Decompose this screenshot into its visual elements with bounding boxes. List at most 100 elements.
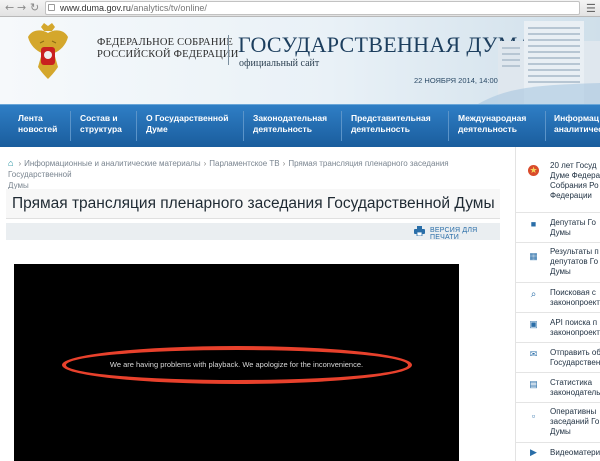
nav-item-news-line1: Лента	[18, 113, 43, 123]
api-icon: ▣	[529, 319, 538, 329]
url-path: /analytics/tv/online/	[130, 3, 207, 13]
nav-item-international[interactable]: Международная деятельность	[458, 105, 526, 147]
sidebar-item-label-line: Оперативны	[550, 407, 597, 416]
sidebar-item-mail[interactable]: ✉ Отправить об Государствен	[516, 343, 600, 373]
sidebar-item-search[interactable]: ⌕ Поисковая с законопроект	[516, 283, 600, 313]
sidebar-item-label: Видеоматери	[550, 448, 600, 458]
page-icon	[48, 4, 55, 11]
search-icon: ⌕	[530, 289, 537, 300]
header-divider	[228, 35, 229, 65]
page-title: Прямая трансляция пленарного заседания Г…	[12, 195, 495, 212]
sidebar: ★ 20 лет Госуд Думе Федера Собрания Ро Ф…	[515, 147, 600, 461]
sidebar-item-label-line: 20 лет Госуд	[550, 161, 597, 170]
back-arrow-icon[interactable]: ←	[5, 1, 14, 15]
nav-item-about-line2: Думе	[146, 124, 168, 134]
title-box: Прямая трансляция пленарного заседания Г…	[6, 189, 500, 219]
breadcrumb: ⌂ › Информационные и аналитические материа…	[8, 158, 508, 191]
sidebar-item-anniversary[interactable]: ★ 20 лет Госуд Думе Федера Собрания Ро Ф…	[516, 159, 600, 213]
nav-item-structure-line1: Состав и	[80, 113, 118, 123]
sidebar-item-label-line: Поисковая с	[550, 288, 596, 297]
nav-item-news[interactable]: Лента новостей	[18, 105, 57, 147]
video-player[interactable]: We are having problems with playback. We…	[14, 264, 459, 461]
nav-divider	[545, 111, 546, 141]
sidebar-item-video[interactable]: ▶ Видеоматери	[516, 443, 600, 461]
sidebar-item-label-line: Видеоматери	[550, 448, 600, 457]
sidebar-item-label: Поисковая с законопроект	[550, 288, 600, 308]
browser-toolbar: ← → ↻ www.duma.gov.ru/analytics/tv/onlin…	[0, 0, 600, 17]
statistics-icon: ▤	[529, 379, 538, 389]
sidebar-item-label-line: депутатов Го	[550, 257, 599, 266]
forward-arrow-icon[interactable]: →	[17, 1, 26, 15]
printer-icon[interactable]	[414, 226, 425, 236]
nav-item-structure-line2: структура	[80, 124, 122, 134]
sidebar-item-calendar[interactable]: ▫ Оперативны заседаний Го Думы	[516, 403, 600, 443]
nav-divider	[243, 111, 244, 141]
site-header: ФЕДЕРАЛЬНОЕ СОБРАНИЕ РОССИЙСКОЙ ФЕДЕРАЦИ…	[0, 17, 600, 104]
address-bar[interactable]: www.duma.gov.ru/analytics/tv/online/	[45, 1, 580, 15]
nav-item-representative-line1: Представительная	[351, 113, 431, 123]
sidebar-item-label-line: законопроект	[550, 328, 600, 337]
nav-divider	[341, 111, 342, 141]
mail-icon: ✉	[529, 349, 538, 359]
calendar-icon: ▫	[531, 411, 536, 421]
nav-divider	[448, 111, 449, 141]
deputies-icon: ■	[530, 219, 537, 229]
sidebar-item-label-line: Федерации	[550, 191, 592, 200]
sidebar-item-label-line: заседаний Го	[550, 417, 600, 426]
main-content: ⌂ › Информационные и аналитические материа…	[0, 147, 515, 461]
nav-divider	[70, 111, 71, 141]
sidebar-item-label: Отправить об Государствен	[550, 348, 600, 368]
breadcrumb-item-analytics[interactable]: Информационные и аналитические материалы	[24, 159, 200, 168]
sidebar-item-label-line: Отправить об	[550, 348, 600, 357]
sidebar-item-label-line: Государствен	[550, 358, 600, 367]
duma-building-image	[478, 21, 600, 104]
nav-item-representative-line2: деятельность	[351, 124, 410, 134]
nav-item-legislative-line1: Законодательная	[253, 113, 328, 123]
sidebar-item-label-line: API поиска п	[550, 318, 598, 327]
sidebar-item-label-line: Собрания Ро	[550, 181, 599, 190]
nav-item-about-line1: О Государственной	[146, 113, 229, 123]
org-name-line1: ФЕДЕРАЛЬНОЕ СОБРАНИЕ	[97, 37, 233, 48]
nav-item-information-line1: Информац	[554, 113, 599, 123]
nav-item-news-line2: новостей	[18, 124, 58, 134]
sidebar-item-label: Статистика законодатель	[550, 378, 600, 398]
results-icon: ▦	[529, 251, 538, 261]
site-subtitle: официальный сайт	[239, 58, 320, 69]
sidebar-item-label-line: Статистика	[550, 378, 593, 387]
org-name-line2: РОССИЙСКОЙ ФЕДЕРАЦИИ	[97, 49, 239, 60]
sidebar-item-label: API поиска п законопроект	[550, 318, 600, 338]
breadcrumb-item-tv[interactable]: Парламентское ТВ	[209, 159, 279, 168]
nav-item-international-line1: Международная	[458, 113, 527, 123]
nav-item-representative[interactable]: Представительная деятельность	[351, 105, 431, 147]
home-icon[interactable]: ⌂	[8, 158, 13, 168]
nav-item-about[interactable]: О Государственной Думе	[146, 105, 228, 147]
sidebar-item-label-line: Думы	[550, 228, 571, 237]
breadcrumb-separator: ›	[282, 159, 286, 168]
sidebar-item-api[interactable]: ▣ API поиска п законопроект	[516, 313, 600, 343]
print-version-link[interactable]: ВЕРСИЯ ДЛЯ ПЕЧАТИ	[430, 227, 500, 241]
nav-item-international-line2: деятельность	[458, 124, 517, 134]
sidebar-item-label-line: Результаты п	[550, 247, 599, 256]
main-nav: Лента новостей Состав и структура О Госу…	[0, 104, 600, 147]
url-host: www.duma.gov.ru	[60, 3, 131, 13]
sidebar-item-deputies[interactable]: ■ Депутаты Го Думы	[516, 213, 600, 243]
nav-item-legislative-line2: деятельность	[253, 124, 312, 134]
browser-menu-icon[interactable]: ☰	[586, 2, 596, 15]
sidebar-item-label-line: Депутаты Го	[550, 218, 596, 227]
nav-item-legislative[interactable]: Законодательная деятельность	[253, 105, 327, 147]
sidebar-item-label-line: законопроект	[550, 298, 600, 307]
nav-item-information[interactable]: Информац аналитичес	[554, 105, 600, 147]
content-toolbar: ВЕРСИЯ ДЛЯ ПЕЧАТИ	[6, 223, 500, 241]
coat-of-arms-icon[interactable]	[24, 23, 72, 83]
video-icon: ▶	[530, 447, 537, 457]
sidebar-item-statistics[interactable]: ▤ Статистика законодатель	[516, 373, 600, 403]
sidebar-item-label: Оперативны заседаний Го Думы	[550, 407, 599, 437]
sidebar-item-label: Результаты п депутатов Го Думы	[550, 247, 599, 277]
reload-icon[interactable]: ↻	[30, 1, 39, 15]
nav-item-information-line2: аналитичес	[554, 124, 600, 134]
sidebar-item-label-line: Думы	[550, 427, 571, 436]
nav-item-structure[interactable]: Состав и структура	[80, 105, 122, 147]
sidebar-item-label-line: Думы	[550, 267, 571, 276]
sidebar-item-label: 20 лет Госуд Думе Федера Собрания Ро Фед…	[550, 161, 600, 201]
sidebar-item-results[interactable]: ▦ Результаты п депутатов Го Думы	[516, 243, 600, 283]
